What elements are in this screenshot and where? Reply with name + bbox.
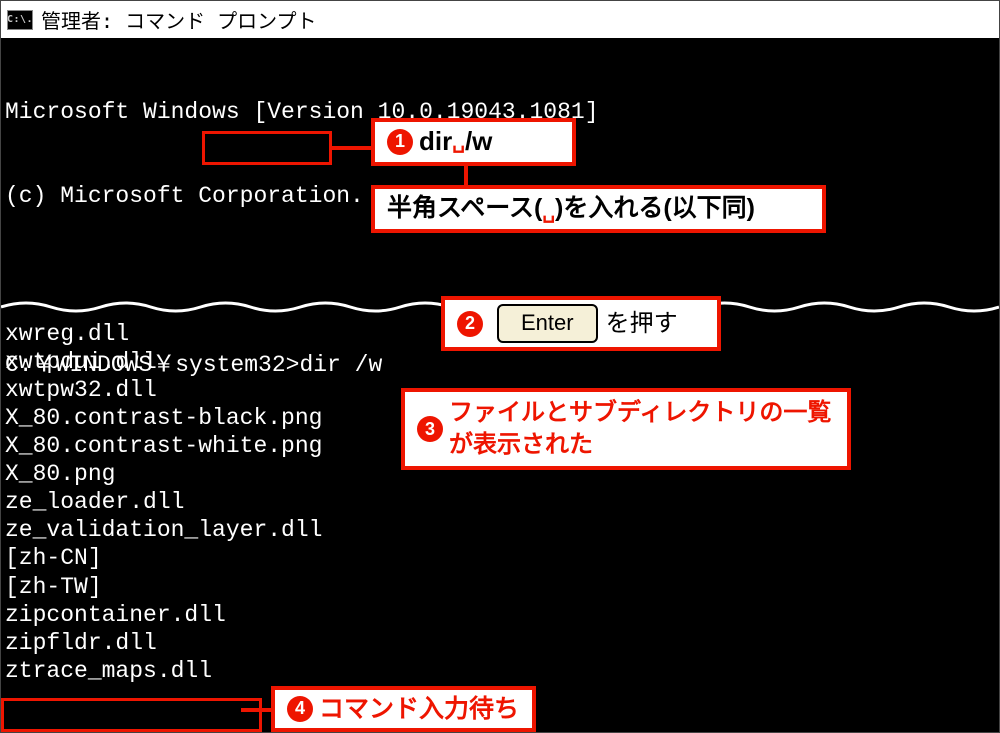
file-entry: ze_loader.dll [5,488,995,516]
file-entry: xwtpdui.dll [5,348,995,376]
callout-space-note: 半角スペース(␣)を入れる(以下同) [371,185,826,233]
file-list: xwreg.dllxwtpdui.dllxwtpw32.dllX_80.cont… [5,320,995,685]
prompt-highlight-box [1,698,262,732]
file-entry: zipfldr.dll [5,629,995,657]
callout-1: 1 dir␣/w [371,118,576,166]
titlebar: C:\. 管理者: コマンド プロンプト [1,1,999,38]
callout-3: 3 ファイルとサブディレクトリの一覧が表示された [401,388,851,470]
command-prompt-window: C:\. 管理者: コマンド プロンプト Microsoft Windows [… [0,0,1000,733]
file-entry: ztrace_maps.dll [5,657,995,685]
connector-1 [331,146,375,150]
cmd-icon: C:\. [7,10,33,30]
badge-2: 2 [457,311,483,337]
file-entry: ze_validation_layer.dll [5,516,995,544]
file-entry: zipcontainer.dll [5,601,995,629]
command-highlight-box [202,131,332,165]
callout-2: 2 Enter を押す [441,296,721,351]
callout-4: 4 コマンド入力待ち [271,686,536,732]
torn-edge [1,243,999,263]
file-entry: [zh-TW] [5,573,995,601]
badge-1: 1 [387,129,413,155]
badge-4: 4 [287,696,313,722]
window-title: 管理者: コマンド プロンプト [41,5,317,34]
enter-key: Enter [497,304,598,343]
file-entry: [zh-CN] [5,544,995,572]
terminal-area[interactable]: Microsoft Windows [Version 10.0.19043.10… [1,38,999,732]
badge-3: 3 [417,416,443,442]
